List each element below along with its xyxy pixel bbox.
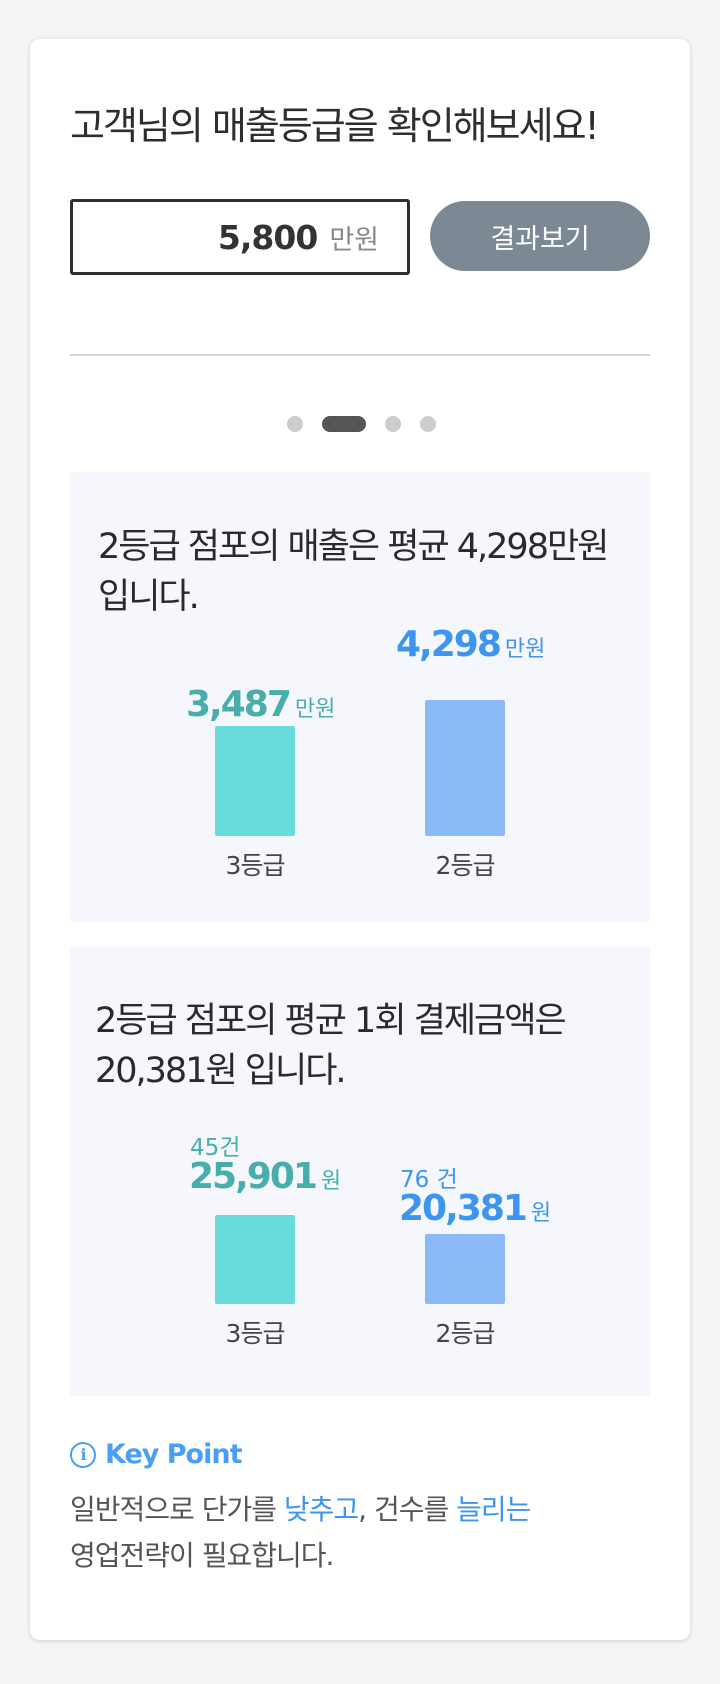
- sales-amount-value: 5,800: [217, 217, 318, 257]
- grade2-sales-value: 4,298: [396, 624, 502, 665]
- keypoint-highlight-lower: 낮추고: [283, 1493, 359, 1526]
- avg-sales-title: 2등급 점포의 매출은 평균 4,298만원 입니다.: [98, 527, 609, 617]
- grade2-label: 2등급: [435, 851, 496, 880]
- keypoint-highlight-increase: 늘리는: [456, 1493, 531, 1526]
- grade2-sales-unit: 만원: [504, 637, 546, 662]
- page-title: 고객님의 매출등급을 확인해보세요!: [70, 104, 600, 148]
- grade3-payment-value: 25,901: [189, 1156, 318, 1197]
- keypoint-title: Key Point: [105, 1439, 242, 1470]
- grade2-payment-bar: [425, 1234, 505, 1304]
- grade-check-card: 고객님의 매출등급을 확인해보세요! 5,800 만원 결과보기 2등급 점포의…: [30, 39, 690, 1640]
- pager-dot-2-active[interactable]: [322, 416, 366, 432]
- grade3-sales-value-label: 3,487 만원: [186, 684, 335, 725]
- grade3-sales-value: 3,487: [186, 684, 292, 725]
- info-circle-icon: i: [70, 1441, 96, 1468]
- divider: [70, 354, 650, 356]
- pager-dot-4[interactable]: [420, 416, 436, 432]
- grade2-payment-unit: 원: [530, 1201, 552, 1226]
- grade2-sales-value-label: 4,298 만원: [396, 624, 545, 665]
- grade3-sales-unit: 만원: [294, 697, 336, 722]
- avg-payment-title: 2등급 점포의 평균 1회 결제금액은 20,381원 입니다.: [95, 1001, 567, 1091]
- keypoint-part1: 일반적으로 단가를: [70, 1493, 284, 1526]
- grade3-payment-value-label: 25,901 원: [189, 1156, 341, 1197]
- grade2-payment-value: 20,381: [399, 1188, 528, 1229]
- sales-amount-unit: 만원: [329, 224, 379, 256]
- pager-dot-3[interactable]: [385, 416, 401, 432]
- grade2-sales-bar: [425, 700, 505, 836]
- grade2-payment-value-label: 20,381 원: [399, 1188, 551, 1229]
- grade3-label: 3등급: [225, 851, 286, 880]
- grade3-payment-bar: [215, 1215, 295, 1304]
- grade2-label-2: 2등급: [435, 1319, 496, 1348]
- keypoint-heading: i Key Point: [70, 1439, 242, 1470]
- grade3-sales-bar: [215, 726, 295, 836]
- grade3-payment-unit: 원: [320, 1169, 342, 1194]
- carousel-pager: [287, 416, 436, 432]
- sales-amount-input[interactable]: 5,800 만원: [70, 199, 410, 275]
- keypoint-part2: , 건수를: [358, 1493, 457, 1526]
- keypoint-text: 일반적으로 단가를 낮추고, 건수를 늘리는 영업전략이 필요합니다.: [70, 1487, 650, 1579]
- pager-dot-1[interactable]: [287, 416, 303, 432]
- view-result-button[interactable]: 결과보기: [430, 201, 650, 271]
- avg-payment-panel: 2등급 점포의 평균 1회 결제금액은 20,381원 입니다. 45건 25,…: [70, 946, 650, 1396]
- avg-sales-panel: 2등급 점포의 매출은 평균 4,298만원 입니다. 3,487 만원 3등급 …: [70, 472, 650, 922]
- keypoint-part3: 영업전략이 필요합니다.: [70, 1539, 334, 1572]
- grade3-label-2: 3등급: [225, 1319, 286, 1348]
